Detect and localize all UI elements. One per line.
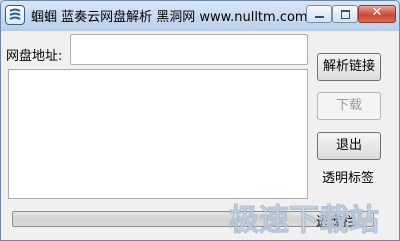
- app-window: 蝈蝈 蓝奏云网盘解析 黑洞网 www.nulltm.com ✕ 网盘地址: 解析…: [0, 0, 400, 241]
- parse-link-button[interactable]: 解析链接: [317, 53, 381, 81]
- url-label: 网盘地址:: [6, 49, 63, 64]
- download-button[interactable]: 下载: [317, 92, 381, 120]
- watermark-logo: 极速下载站: [229, 203, 380, 239]
- close-icon: ✕: [371, 5, 383, 20]
- result-textarea[interactable]: [8, 69, 308, 199]
- window-title: 蝈蝈 蓝奏云网盘解析 黑洞网 www.nulltm.com: [31, 10, 308, 25]
- exit-button[interactable]: 退出: [317, 132, 381, 160]
- minimize-button[interactable]: [306, 5, 332, 23]
- app-icon: [5, 5, 25, 25]
- maximize-button[interactable]: [332, 5, 358, 23]
- watermark-text: 极速下载站: [229, 203, 379, 238]
- transparent-label: 透明标签: [322, 171, 375, 186]
- url-input[interactable]: [70, 34, 308, 65]
- title-bar[interactable]: 蝈蝈 蓝奏云网盘解析 黑洞网 www.nulltm.com ✕: [1, 1, 399, 29]
- close-button[interactable]: ✕: [358, 5, 396, 23]
